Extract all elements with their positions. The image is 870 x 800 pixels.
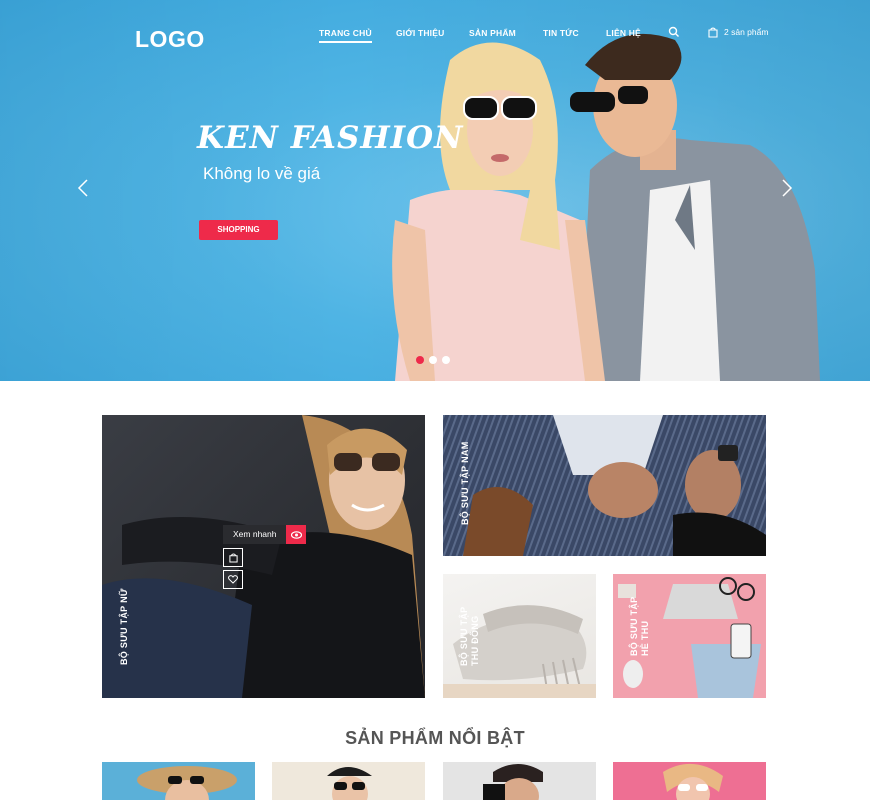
cart-count-label: 2 sản phẩm [724,27,769,37]
menu-item-about[interactable]: GIỚI THIỆU [396,28,444,38]
shopping-button[interactable]: SHOPPING [199,220,278,240]
featured-products-title: SẢN PHẨM NỔI BẬT [345,728,525,748]
hero-couple-image [392,33,820,381]
search-icon[interactable] [668,26,680,38]
product-card[interactable] [613,762,766,800]
product-card[interactable] [443,762,596,800]
hero-title: KEN FASHION [197,120,464,156]
heart-icon [228,575,238,584]
product-image [663,763,723,800]
product-image [137,766,237,800]
eye-icon [286,525,307,544]
product-card[interactable] [102,762,255,800]
slider-dots [416,356,450,364]
wishlist-button[interactable] [223,570,243,589]
hero-slider: LOGO TRANG CHỦ GIỚI THIỆU SẢN PHẨM TIN T… [0,0,870,381]
collection-fall-label: BỘ SƯU TẬP THU ĐÔNG [459,607,481,666]
product-card[interactable] [272,762,425,800]
top-navigation: LOGO TRANG CHỦ GIỚI THIỆU SẢN PHẨM TIN T… [0,0,870,60]
men-collection-image [443,415,766,556]
product-image [483,764,543,800]
collection-men-label: BỘ SƯU TẬP NAM [460,441,470,525]
collection-men-tile[interactable]: BỘ SƯU TẬP NAM [443,415,766,556]
menu-item-home[interactable]: TRANG CHỦ [319,28,372,43]
cart-button[interactable]: 2 sản phẩm [708,26,768,38]
slider-dot-1[interactable] [416,356,424,364]
collection-women-label: BỘ SƯU TẬP NỮ [119,588,129,665]
slider-dot-2[interactable] [429,356,437,364]
quick-view-button[interactable]: Xem nhanh [223,525,307,544]
add-to-cart-button[interactable] [223,548,243,567]
cart-icon [708,26,718,38]
collection-summer-label-line2: HÈ THU [640,620,650,656]
chevron-left-icon[interactable] [76,178,90,198]
bag-icon [228,552,238,563]
product-image [327,767,372,800]
collection-fall-winter-tile[interactable]: BỘ SƯU TẬP THU ĐÔNG [443,574,596,698]
collection-summer-label-line1: BỘ SƯU TẬP [629,596,639,656]
collection-fall-label-line2: THU ĐÔNG [470,615,480,666]
collection-women-tile[interactable]: BỘ SƯU TẬP NỮ [102,415,425,698]
collection-summer-tile[interactable]: BỘ SƯU TẬP HÈ THU [613,574,766,698]
women-collection-image [102,415,425,698]
quick-view-label: Xem nhanh [223,525,287,544]
hero-subtitle: Không lo về giá [203,164,321,183]
slider-dot-3[interactable] [442,356,450,364]
logo[interactable]: LOGO [135,26,205,53]
menu-item-contact[interactable]: LIÊN HỆ [606,28,641,38]
menu-item-news[interactable]: TIN TỨC [543,28,579,38]
collection-fall-label-line1: BỘ SƯU TẬP [459,606,469,666]
collection-summer-label: BỘ SƯU TẬP HÈ THU [629,597,651,656]
menu-item-products[interactable]: SẢN PHẨM [469,28,516,38]
chevron-right-icon[interactable] [780,178,794,198]
